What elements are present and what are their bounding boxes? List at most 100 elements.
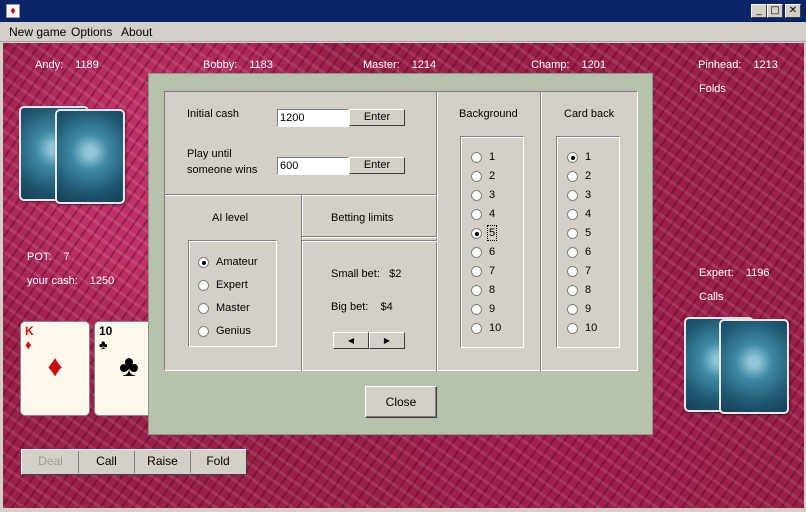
your-cash-label: your cash: [27,275,78,287]
cardback-option-3-radio[interactable]: 3 [567,189,591,201]
cardback-option-10-radio[interactable]: 10 [567,322,597,334]
radio-label: 2 [489,170,496,182]
player-name: Pinhead: [698,59,742,71]
background-option-7-radio[interactable]: 7 [471,265,495,277]
separator [302,236,437,238]
big-bet-label: Big bet: $4 [331,301,393,313]
call-button[interactable]: Call [79,451,135,473]
radio-dot [198,279,209,291]
cardback-option-6-radio[interactable]: 6 [567,246,591,258]
andy-card-back [55,109,125,204]
radio-dot [471,151,482,163]
radio-dot [471,265,482,277]
radio-label: Expert [216,279,248,291]
player-name: Champ: [531,59,570,71]
radio-label: 3 [489,189,496,201]
radio-label: 4 [489,208,496,220]
player-cash: 1213 [753,59,778,71]
initial-cash-input[interactable]: 1200 [277,109,349,127]
diamond-suit-icon: ♦ [47,350,63,383]
player-name: Expert: [699,267,734,279]
radio-label: Amateur [216,256,258,268]
close-dialog-button[interactable]: Close [365,386,437,418]
pot-label: POT: [27,251,52,263]
close-window-button[interactable]: ✕ [785,4,801,18]
radio-label: 7 [585,265,592,277]
separator [436,92,438,371]
card-rank: K [25,324,34,338]
player-cash: 1214 [411,59,437,71]
title-bar: ♦ _ □ ✕ [0,0,806,22]
ai-level-title: AI level [212,212,249,224]
ai-level-expert-radio[interactable]: Expert [198,279,248,291]
player-cash: 1189 [75,59,99,71]
menu-new-game[interactable]: New game [9,25,66,39]
minimize-button[interactable]: _ [751,4,767,18]
deal-button[interactable]: Deal [23,451,79,473]
player-name: Bobby: [203,59,238,71]
background-group: 1 2 3 4 5 6 7 8 9 10 [460,136,524,348]
cardback-option-4-radio[interactable]: 4 [567,208,591,220]
radio-dot [198,325,209,337]
your-cash-value: 1250 [89,275,115,287]
background-option-9-radio[interactable]: 9 [471,303,495,315]
radio-label: 2 [585,170,592,182]
bet-increase-arrow-icon[interactable]: ▶ [369,332,405,349]
cardback-option-9-radio[interactable]: 9 [567,303,591,315]
player-expert: Expert: 1196 [699,267,770,279]
radio-dot [471,227,482,239]
cardback-option-8-radio[interactable]: 8 [567,284,591,296]
ai-level-master-radio[interactable]: Master [198,302,250,314]
player-bobby: Bobby: 1183 [203,59,273,71]
cardback-option-7-radio[interactable]: 7 [567,265,591,277]
hand-card-king-diamonds: K ♦ ♦ [20,321,90,416]
play-until-label: Play until [187,148,232,160]
play-until-enter-button[interactable]: Enter [349,157,405,174]
expert-card-back [719,319,789,414]
background-option-6-radio[interactable]: 6 [471,246,495,258]
fold-button[interactable]: Fold [191,451,245,473]
cardback-option-1-radio[interactable]: 1 [567,151,591,163]
radio-dot [471,246,482,258]
options-panel: Initial cash 1200 Enter Play until someo… [164,91,638,371]
background-title: Background [459,108,518,120]
radio-label: 1 [585,151,592,163]
menu-bar: New game Options About [0,22,806,42]
small-bet-label: Small bet: $2 [331,268,402,280]
expert-status: Calls [699,291,724,303]
ai-level-amateur-radio[interactable]: Amateur [198,256,258,268]
ai-level-genius-radio[interactable]: Genius [198,325,251,337]
ai-level-group: Amateur Expert Master Genius [188,240,277,347]
raise-button[interactable]: Raise [135,451,191,473]
menu-options[interactable]: Options [71,25,112,39]
menu-about[interactable]: About [121,25,152,39]
background-option-4-radio[interactable]: 4 [471,208,495,220]
radio-dot [567,265,578,277]
options-dialog: Initial cash 1200 Enter Play until someo… [148,73,653,435]
maximize-button[interactable]: □ [767,4,783,18]
background-option-5-radio[interactable]: 5 [471,225,498,241]
bet-decrease-arrow-icon[interactable]: ◀ [333,332,369,349]
play-until-label-2: someone wins [187,164,258,176]
background-option-2-radio[interactable]: 2 [471,170,495,182]
radio-dot [567,189,578,201]
initial-cash-enter-button[interactable]: Enter [349,109,405,126]
radio-dot [471,189,482,201]
background-option-1-radio[interactable]: 1 [471,151,495,163]
radio-dot [567,170,578,182]
background-option-8-radio[interactable]: 8 [471,284,495,296]
initial-cash-label: Initial cash [187,108,239,120]
radio-label: Master [216,302,250,314]
radio-dot [567,322,578,334]
radio-dot [567,208,578,220]
cardback-option-5-radio[interactable]: 5 [567,227,591,239]
radio-label: 6 [489,246,496,258]
background-option-3-radio[interactable]: 3 [471,189,495,201]
background-option-10-radio[interactable]: 10 [471,322,501,334]
cardback-option-2-radio[interactable]: 2 [567,170,591,182]
play-until-input[interactable]: 600 [277,157,349,175]
your-cash-display: your cash: 1250 [27,275,114,287]
radio-label: 8 [585,284,592,296]
radio-dot [471,208,482,220]
separator [301,195,303,371]
